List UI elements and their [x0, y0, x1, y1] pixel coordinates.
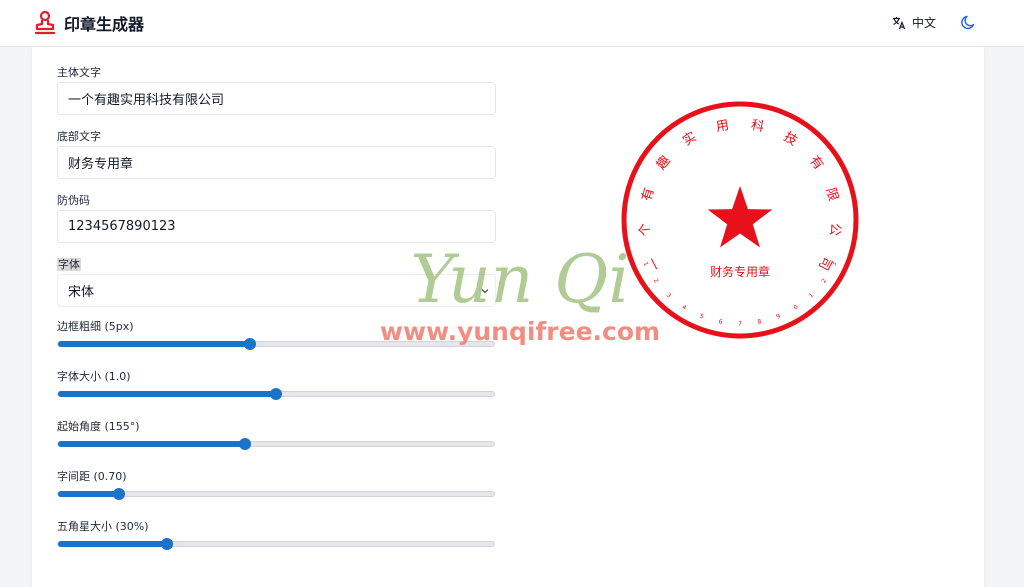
seal-ring-char: 有	[806, 153, 826, 172]
security-code-label: 防伪码	[57, 194, 90, 207]
chevron-down-icon	[481, 289, 489, 294]
start-angle-slider[interactable]	[57, 438, 495, 450]
main-text-input[interactable]: 一个有趣实用科技有限公司	[57, 82, 496, 115]
language-label: 中文	[912, 16, 937, 30]
seal-code-char: 1	[808, 292, 816, 300]
seal-ring-char: 技	[781, 130, 800, 150]
seal-code-char: 2	[652, 277, 660, 284]
slider-fill	[58, 541, 167, 547]
seal-code-char: 0	[792, 304, 799, 312]
font-size-slider[interactable]	[57, 388, 495, 400]
slider-thumb[interactable]	[243, 338, 256, 350]
seal-code-char: 4	[681, 304, 688, 312]
slider-fill	[58, 491, 120, 497]
slider-thumb[interactable]	[161, 538, 173, 550]
bottom-text-input[interactable]: 财务专用章	[57, 146, 496, 179]
brand: 印章生成器	[34, 10, 144, 36]
seal-ring-char: 限	[823, 186, 841, 203]
slider-label-font-size: 字体大小 (1.0)	[57, 370, 131, 383]
moon-icon[interactable]	[961, 14, 977, 30]
stamp-icon	[34, 11, 56, 35]
seal-ring-char: 有	[640, 186, 658, 203]
slider-fill	[58, 391, 276, 397]
seal-code-char: 3	[665, 292, 673, 300]
seal-preview: 一个有趣实用 科技有限公司 123456 7 890123 财务专用章	[621, 101, 859, 339]
language-switch[interactable]: 中文	[892, 14, 936, 31]
slider-thumb[interactable]	[113, 488, 126, 500]
slider-label-start-angle: 起始角度 (155°)	[57, 420, 140, 433]
seal-code-char: 8	[757, 318, 762, 326]
app-title: 印章生成器	[64, 15, 145, 34]
seal-ring-char: 趣	[654, 153, 674, 172]
font-select-value: 宋体	[68, 285, 95, 300]
seal-ring-char: 科	[750, 118, 766, 135]
slider-label-border-width: 边框粗细 (5px)	[57, 320, 134, 333]
security-code-input[interactable]: 1234567890123	[57, 210, 496, 243]
slider-thumb[interactable]	[270, 388, 282, 400]
seal-code-char: 5	[699, 313, 705, 321]
translate-icon	[893, 16, 906, 29]
slider-label-letter-spacing: 字间距 (0.70)	[57, 470, 127, 483]
seal-ring-char: 实	[680, 130, 699, 150]
slider-label-star-size: 五角星大小 (30%)	[57, 520, 149, 533]
font-label: 字体	[57, 256, 81, 272]
star-size-slider[interactable]	[57, 538, 495, 550]
seal-code-char: 9	[775, 313, 781, 321]
seal-ring-char: 公	[826, 222, 842, 236]
seal-code-char: 6	[718, 318, 723, 326]
seal-code-char: 2	[820, 277, 828, 284]
top-bar: 印章生成器 中文	[0, 0, 1024, 47]
slider-fill	[58, 441, 246, 447]
font-label-text: 字体	[57, 258, 81, 271]
font-select[interactable]: 宋体	[57, 274, 496, 307]
seal-code-char: 7	[738, 321, 742, 328]
seal-ring-char: 用	[715, 118, 731, 135]
main-text-label: 主体文字	[57, 66, 101, 79]
border-width-slider[interactable]	[57, 338, 495, 350]
slider-fill	[58, 341, 250, 347]
seal-star-icon	[707, 186, 773, 248]
letter-spacing-slider[interactable]	[57, 488, 495, 500]
bottom-text-label: 底部文字	[57, 130, 101, 143]
seal-bottom-text: 财务专用章	[710, 264, 770, 279]
seal-ring-char: 个	[637, 222, 653, 236]
